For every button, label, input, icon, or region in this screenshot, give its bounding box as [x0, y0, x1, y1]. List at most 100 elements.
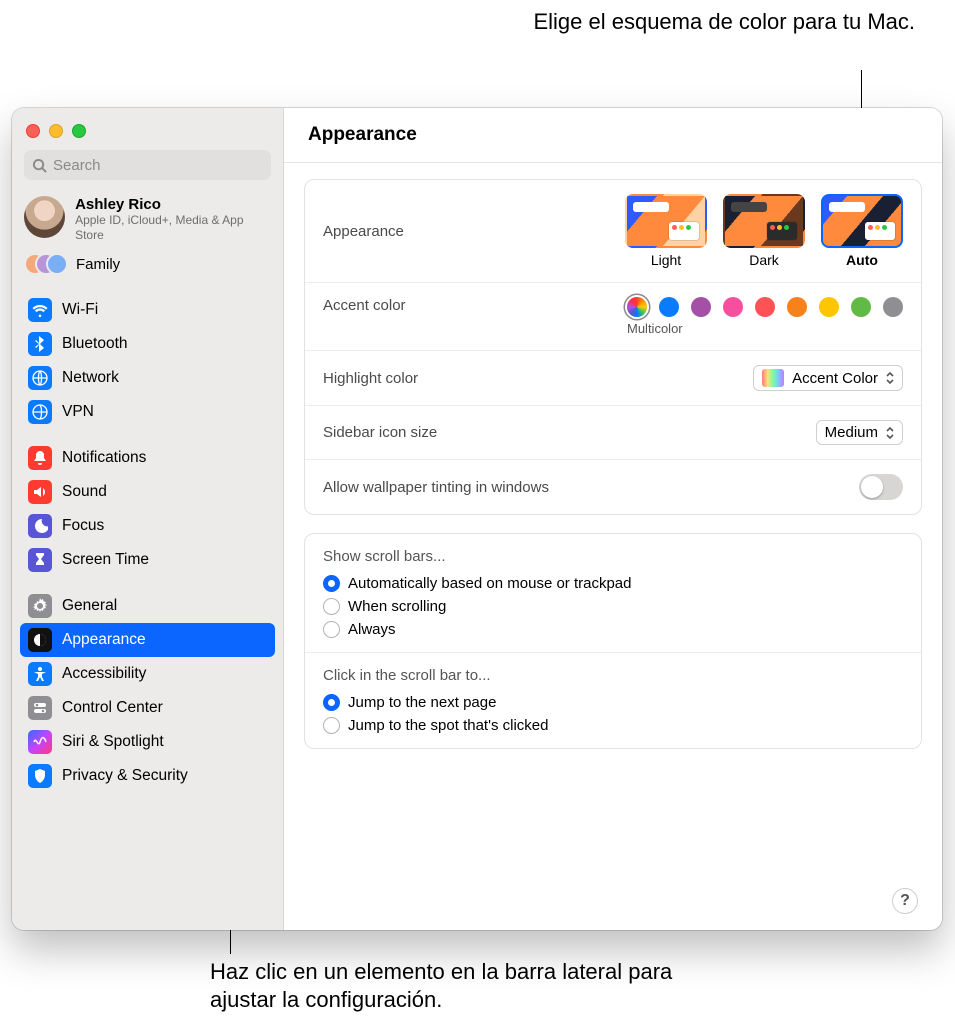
family-row[interactable]: Family — [12, 249, 283, 289]
tinting-label: Allow wallpaper tinting in windows — [323, 479, 549, 496]
accent-color-dot[interactable] — [659, 297, 679, 317]
vpn-icon — [28, 400, 52, 424]
radio-option[interactable]: Always — [323, 621, 631, 638]
sidebar-item-general[interactable]: General — [20, 589, 275, 623]
gear-icon — [28, 594, 52, 618]
accent-color-dot[interactable] — [851, 297, 871, 317]
accent-color-dot[interactable] — [755, 297, 775, 317]
radio-option[interactable]: Automatically based on mouse or trackpad — [323, 575, 631, 592]
appearance-row: Appearance Light Dark Auto — [305, 180, 921, 283]
radio-icon — [323, 575, 340, 592]
sidebar-item-label: Network — [62, 369, 119, 387]
sidebar-item-vpn[interactable]: VPN — [20, 395, 275, 429]
sidebar-item-label: Bluetooth — [62, 335, 128, 353]
sidebar-item-focus[interactable]: Focus — [20, 509, 275, 543]
siri-icon — [28, 730, 52, 754]
sidebar-size-row: Sidebar icon size Medium — [305, 406, 921, 460]
callout-bottom: Haz clic en un elemento en la barra late… — [210, 958, 710, 1013]
sidebar-size-label: Sidebar icon size — [323, 424, 437, 441]
sidebar-nav: Wi-Fi Bluetooth Network VPN Notifications Sou… — [12, 289, 283, 930]
chevron-updown-icon — [884, 426, 896, 440]
control-icon — [28, 696, 52, 720]
highlight-label: Highlight color — [323, 370, 418, 387]
accent-color-dot[interactable] — [691, 297, 711, 317]
close-button[interactable] — [26, 124, 40, 138]
tinting-toggle[interactable] — [859, 474, 903, 500]
radio-option[interactable]: Jump to the next page — [323, 694, 548, 711]
sidebar-size-popup[interactable]: Medium — [816, 420, 903, 445]
callout-top: Elige el esquema de color para tu Mac. — [515, 8, 915, 36]
highlight-swatch — [762, 369, 784, 387]
sidebar-item-bluetooth[interactable]: Bluetooth — [20, 327, 275, 361]
chevron-updown-icon — [884, 371, 896, 385]
sidebar-item-label: Sound — [62, 483, 107, 501]
zoom-button[interactable] — [72, 124, 86, 138]
highlight-popup[interactable]: Accent Color — [753, 365, 903, 391]
sidebar-item-label: VPN — [62, 403, 94, 421]
radio-icon — [323, 621, 340, 638]
appearance-panel: Appearance Light Dark Auto Accent color Mu… — [304, 179, 922, 515]
sidebar-item-privacy-security[interactable]: Privacy & Security — [20, 759, 275, 793]
appearance-option-label: Dark — [723, 252, 805, 268]
sidebar-item-appearance[interactable]: Appearance — [20, 623, 275, 657]
scrollclick-row: Click in the scroll bar to... Jump to th… — [305, 653, 921, 748]
sidebar-size-value: Medium — [825, 424, 878, 441]
bell-icon — [28, 446, 52, 470]
sidebar: Search Ashley Rico Apple ID, iCloud+, Me… — [12, 108, 284, 930]
accent-color-dot[interactable] — [723, 297, 743, 317]
radio-label: Jump to the next page — [348, 694, 496, 711]
settings-window: Search Ashley Rico Apple ID, iCloud+, Me… — [12, 108, 942, 930]
sidebar-item-siri-spotlight[interactable]: Siri & Spotlight — [20, 725, 275, 759]
sidebar-item-network[interactable]: Network — [20, 361, 275, 395]
appearance-label: Appearance — [323, 223, 404, 240]
sidebar-item-label: General — [62, 597, 117, 615]
window-controls — [12, 116, 283, 148]
sidebar-item-label: Notifications — [62, 449, 146, 467]
hourglass-icon — [28, 548, 52, 572]
scroll-panel: Show scroll bars... Automatically based … — [304, 533, 922, 749]
search-input[interactable]: Search — [24, 150, 271, 180]
sidebar-item-label: Screen Time — [62, 551, 149, 569]
help-button[interactable]: ? — [892, 888, 918, 914]
sidebar-item-notifications[interactable]: Notifications — [20, 441, 275, 475]
accent-caption: Multicolor — [627, 321, 683, 336]
appearance-option-dark[interactable]: Dark — [723, 194, 805, 268]
scrollbars-row: Show scroll bars... Automatically based … — [305, 534, 921, 653]
sidebar-item-screen-time[interactable]: Screen Time — [20, 543, 275, 577]
scrollclick-label: Click in the scroll bar to... — [323, 667, 491, 684]
accent-color-dot[interactable] — [883, 297, 903, 317]
network-icon — [28, 366, 52, 390]
appearance-option-light[interactable]: Light — [625, 194, 707, 268]
appearance-icon — [28, 628, 52, 652]
account-row[interactable]: Ashley Rico Apple ID, iCloud+, Media & A… — [12, 190, 283, 249]
sidebar-item-control-center[interactable]: Control Center — [20, 691, 275, 725]
accessibility-icon — [28, 662, 52, 686]
sidebar-item-label: Control Center — [62, 699, 163, 717]
sidebar-item-wi-fi[interactable]: Wi-Fi — [20, 293, 275, 327]
accent-row: Accent color Multicolor — [305, 283, 921, 351]
radio-icon — [323, 717, 340, 734]
wifi-icon — [28, 298, 52, 322]
radio-label: Automatically based on mouse or trackpad — [348, 575, 631, 592]
radio-option[interactable]: Jump to the spot that's clicked — [323, 717, 548, 734]
sidebar-item-label: Wi-Fi — [62, 301, 98, 319]
radio-option[interactable]: When scrolling — [323, 598, 631, 615]
search-icon — [32, 158, 47, 173]
search-placeholder: Search — [53, 157, 101, 174]
accent-color-dot[interactable] — [787, 297, 807, 317]
hand-icon — [28, 764, 52, 788]
appearance-option-auto[interactable]: Auto — [821, 194, 903, 268]
appearance-option-label: Auto — [821, 252, 903, 268]
radio-label: When scrolling — [348, 598, 446, 615]
accent-color-dot[interactable] — [819, 297, 839, 317]
minimize-button[interactable] — [49, 124, 63, 138]
accent-color-dot[interactable] — [627, 297, 647, 317]
scrollbars-label: Show scroll bars... — [323, 548, 446, 565]
account-name: Ashley Rico — [75, 196, 271, 213]
sidebar-item-accessibility[interactable]: Accessibility — [20, 657, 275, 691]
sound-icon — [28, 480, 52, 504]
family-avatars — [24, 253, 66, 275]
radio-label: Always — [348, 621, 396, 638]
sidebar-item-label: Appearance — [62, 631, 146, 649]
sidebar-item-sound[interactable]: Sound — [20, 475, 275, 509]
